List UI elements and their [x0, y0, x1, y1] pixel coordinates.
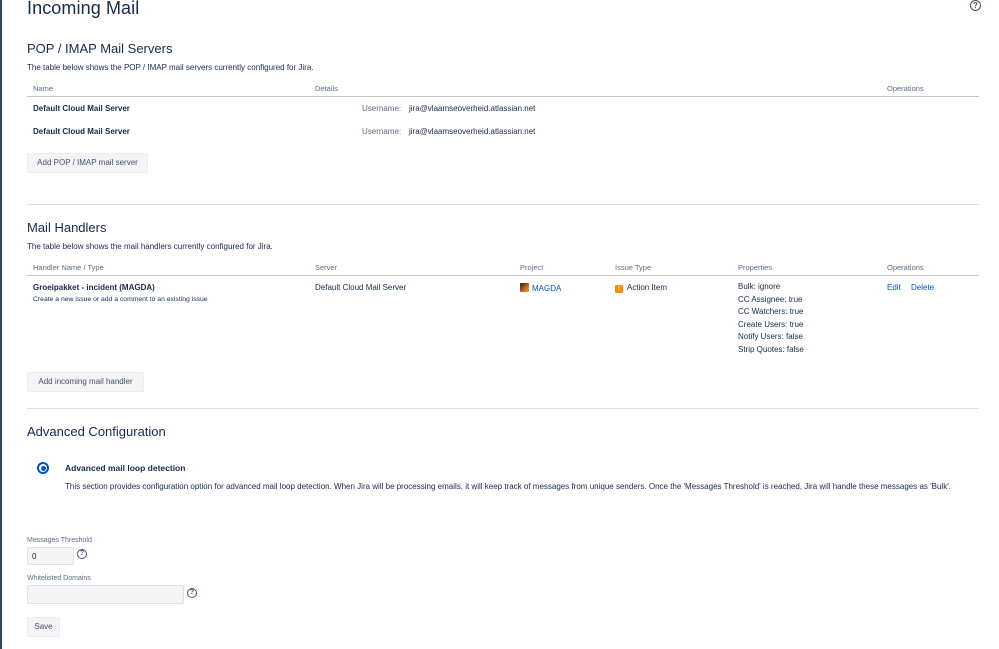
- server-username: jira@vlaamseoverheid.atlassian.net: [409, 104, 536, 113]
- messages-threshold-input[interactable]: [27, 547, 74, 565]
- col-header-project: Project: [520, 263, 544, 272]
- whitelisted-domains-input[interactable]: [27, 585, 184, 604]
- mail-servers-title: POP / IMAP Mail Servers: [27, 41, 173, 56]
- edit-handler-link[interactable]: Edit: [887, 283, 901, 292]
- table-header-divider: [27, 96, 979, 97]
- col-header-properties: Properties: [738, 263, 773, 272]
- action-item-icon: !: [615, 285, 623, 293]
- handler-properties: Bulk: ignore CC Assignee: true CC Watche…: [738, 281, 804, 357]
- property-item: Bulk: ignore: [738, 282, 781, 291]
- handler-server: Default Cloud Mail Server: [315, 283, 407, 292]
- handler-project: MAGDA: [520, 283, 561, 293]
- col-header-name: Name: [33, 84, 54, 93]
- project-link[interactable]: MAGDA: [532, 284, 561, 293]
- messages-threshold-label: Messages Threshold: [27, 537, 92, 544]
- add-mail-handler-button[interactable]: Add incoming mail handler: [27, 372, 144, 392]
- help-icon[interactable]: ?: [187, 588, 197, 598]
- col-header-details: Details: [315, 84, 338, 93]
- advanced-config-title: Advanced Configuration: [27, 424, 166, 439]
- server-name: Default Cloud Mail Server: [33, 127, 130, 136]
- col-header-server: Server: [315, 263, 338, 272]
- delete-handler-link[interactable]: Delete: [911, 283, 934, 292]
- col-header-issue-type: Issue Type: [615, 263, 652, 272]
- col-header-handler-name: Handler Name / Type: [33, 263, 104, 272]
- section-divider: [27, 408, 979, 409]
- handler-issue-type: ! Action Item: [615, 283, 667, 293]
- help-icon[interactable]: ?: [77, 549, 87, 559]
- mail-handlers-title: Mail Handlers: [27, 220, 107, 235]
- handler-type: Create a new issue or add a comment to a…: [33, 296, 208, 303]
- col-header-operations: Operations: [887, 263, 924, 272]
- handler-name: Groeipakket - incident (MAGDA): [33, 283, 155, 292]
- issue-type-label: Action Item: [627, 283, 668, 292]
- table-header-divider: [27, 275, 979, 276]
- property-item: Create Users: true: [738, 319, 804, 329]
- server-username-label: Username:: [362, 104, 402, 113]
- section-divider: [27, 204, 979, 205]
- info-title: Advanced mail loop detection: [65, 463, 186, 473]
- mail-servers-description: The table below shows the POP / IMAP mai…: [27, 63, 314, 72]
- col-header-operations: Operations: [887, 84, 924, 93]
- help-icon[interactable]: ?: [970, 0, 981, 11]
- property-item: Strip Quotes: false: [738, 344, 804, 354]
- mail-handlers-description: The table below shows the mail handlers …: [27, 242, 273, 251]
- whitelisted-domains-label: Whitelisted Domains: [27, 575, 91, 582]
- left-edge-rule: [0, 0, 2, 649]
- property-item: CC Watchers: true: [738, 307, 804, 317]
- info-text: This section provides configuration opti…: [65, 482, 951, 491]
- add-mail-server-button[interactable]: Add POP / IMAP mail server: [27, 153, 148, 173]
- server-username: jira@vlaamseoverheid.atlassian.net: [409, 127, 536, 136]
- server-name: Default Cloud Mail Server: [33, 104, 130, 113]
- info-icon: [37, 462, 49, 474]
- server-username-label: Username:: [362, 127, 402, 136]
- property-item: Notify Users: false: [738, 332, 803, 342]
- project-avatar-icon: [520, 283, 529, 292]
- save-button[interactable]: Save: [27, 617, 60, 637]
- property-item: CC Assignee: true: [738, 294, 803, 304]
- page-title: Incoming Mail: [27, 0, 140, 18]
